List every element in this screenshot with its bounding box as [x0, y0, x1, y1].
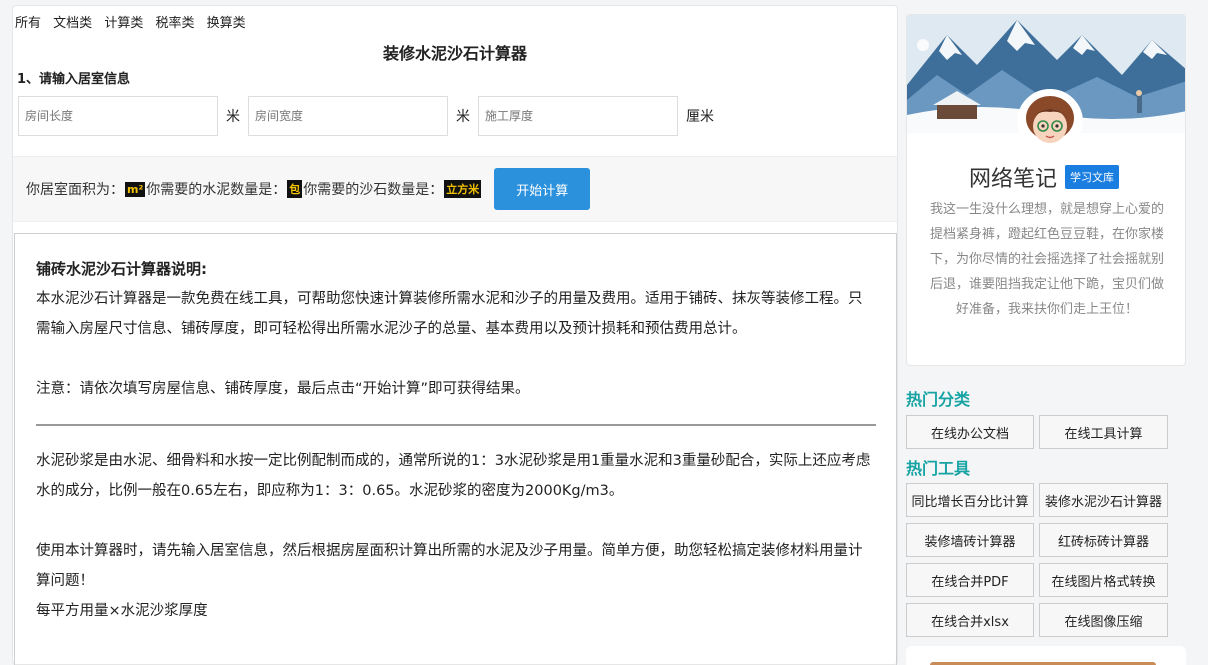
- sand-unit-badge: 立方米: [444, 180, 482, 198]
- result-bar: 你居室面积为： m² 你需要的水泥数量是： 包 你需要的沙石数量是： 立方米 开…: [13, 156, 897, 222]
- bottom-card: [906, 646, 1186, 665]
- nav-conversion[interactable]: 换算类: [207, 16, 246, 31]
- room-input-row: 米 米 厘米: [18, 96, 722, 136]
- nav-all[interactable]: 所有: [15, 16, 41, 31]
- page-title: 装修水泥沙石计算器: [382, 44, 527, 63]
- profile-card: 网络笔记 学习文库 我这一生没什么理想，就是想穿上心爱的提档紧身裤，蹬起红色豆豆…: [906, 14, 1186, 366]
- main-panel: 所有 文档类 计算类 税率类 换算类 装修水泥沙石计算器 1、请输入居室信息 米…: [12, 5, 898, 665]
- hot-categories-heading: 热门分类: [906, 390, 971, 409]
- description-usage: 使用本计算器时，请先输入居室信息，然后根据房屋面积计算出所需的水泥及沙子用量。简…: [36, 543, 863, 589]
- profile-motto: 我这一生没什么理想，就是想穿上心爱的提档紧身裤，蹬起红色豆豆鞋，在你家楼下，为你…: [929, 202, 1164, 317]
- study-library-tag[interactable]: 学习文库: [1065, 165, 1120, 189]
- area-label: 你居室面积为：: [26, 182, 124, 198]
- thickness-input[interactable]: [478, 96, 678, 136]
- tool-cement-sand-calculator[interactable]: 装修水泥沙石计算器: [1039, 483, 1168, 517]
- description-note: 注意：请依次填写房屋信息、铺砖厚度，最后点击“开始计算”即可获得结果。: [36, 381, 530, 397]
- description-formula: 每平方用量×水泥沙浆厚度: [36, 603, 208, 619]
- thickness-unit: 厘米: [686, 109, 714, 125]
- tool-merge-xlsx[interactable]: 在线合并xlsx: [906, 603, 1034, 637]
- avatar[interactable]: [1017, 89, 1083, 155]
- tool-red-brick-calculator[interactable]: 红砖标砖计算器: [1039, 523, 1168, 557]
- area-unit-badge: m²: [125, 181, 146, 197]
- category-nav: 所有 文档类 计算类 税率类 换算类: [15, 12, 254, 31]
- section-title: 1、请输入居室信息: [17, 72, 131, 87]
- room-width-input[interactable]: [248, 96, 448, 136]
- cement-unit-badge: 包: [287, 180, 303, 198]
- description-mortar: 水泥砂浆是由水泥、细骨料和水按一定比例配制而成的，通常所说的1：3水泥砂浆是用1…: [36, 453, 871, 499]
- category-office-docs[interactable]: 在线办公文档: [906, 415, 1034, 449]
- nav-calculators[interactable]: 计算类: [104, 16, 143, 31]
- room-length-input[interactable]: [18, 96, 218, 136]
- tool-image-compress[interactable]: 在线图像压缩: [1039, 603, 1168, 637]
- category-online-tools[interactable]: 在线工具计算: [1039, 415, 1168, 449]
- description-box: 铺砖水泥沙石计算器说明: 本水泥沙石计算器是一款免费在线工具，可帮助您快速计算装…: [14, 233, 897, 665]
- tool-image-format-convert[interactable]: 在线图片格式转换: [1039, 563, 1168, 597]
- divider: [36, 424, 876, 426]
- width-unit: 米: [456, 109, 470, 125]
- nav-documents[interactable]: 文档类: [53, 16, 92, 31]
- tool-wall-tile-calculator[interactable]: 装修墙砖计算器: [906, 523, 1034, 557]
- tool-yoy-growth[interactable]: 同比增长百分比计算: [906, 483, 1034, 517]
- tool-merge-pdf[interactable]: 在线合并PDF: [906, 563, 1034, 597]
- description-heading: 铺砖水泥沙石计算器说明:: [36, 260, 207, 278]
- site-name-text: 网络笔记: [969, 167, 1058, 192]
- hot-tools-heading: 热门工具: [906, 459, 971, 478]
- length-unit: 米: [226, 109, 240, 125]
- nav-tax[interactable]: 税率类: [155, 16, 194, 31]
- description-intro: 本水泥沙石计算器是一款免费在线工具，可帮助您快速计算装修所需水泥和沙子的用量及费…: [36, 291, 863, 337]
- sand-label: 你需要的沙石数量是：: [303, 182, 444, 198]
- start-calculation-button[interactable]: 开始计算: [494, 168, 591, 210]
- site-name: 网络笔记 学习文库: [969, 161, 1120, 193]
- cement-label: 你需要的水泥数量是：: [146, 182, 287, 198]
